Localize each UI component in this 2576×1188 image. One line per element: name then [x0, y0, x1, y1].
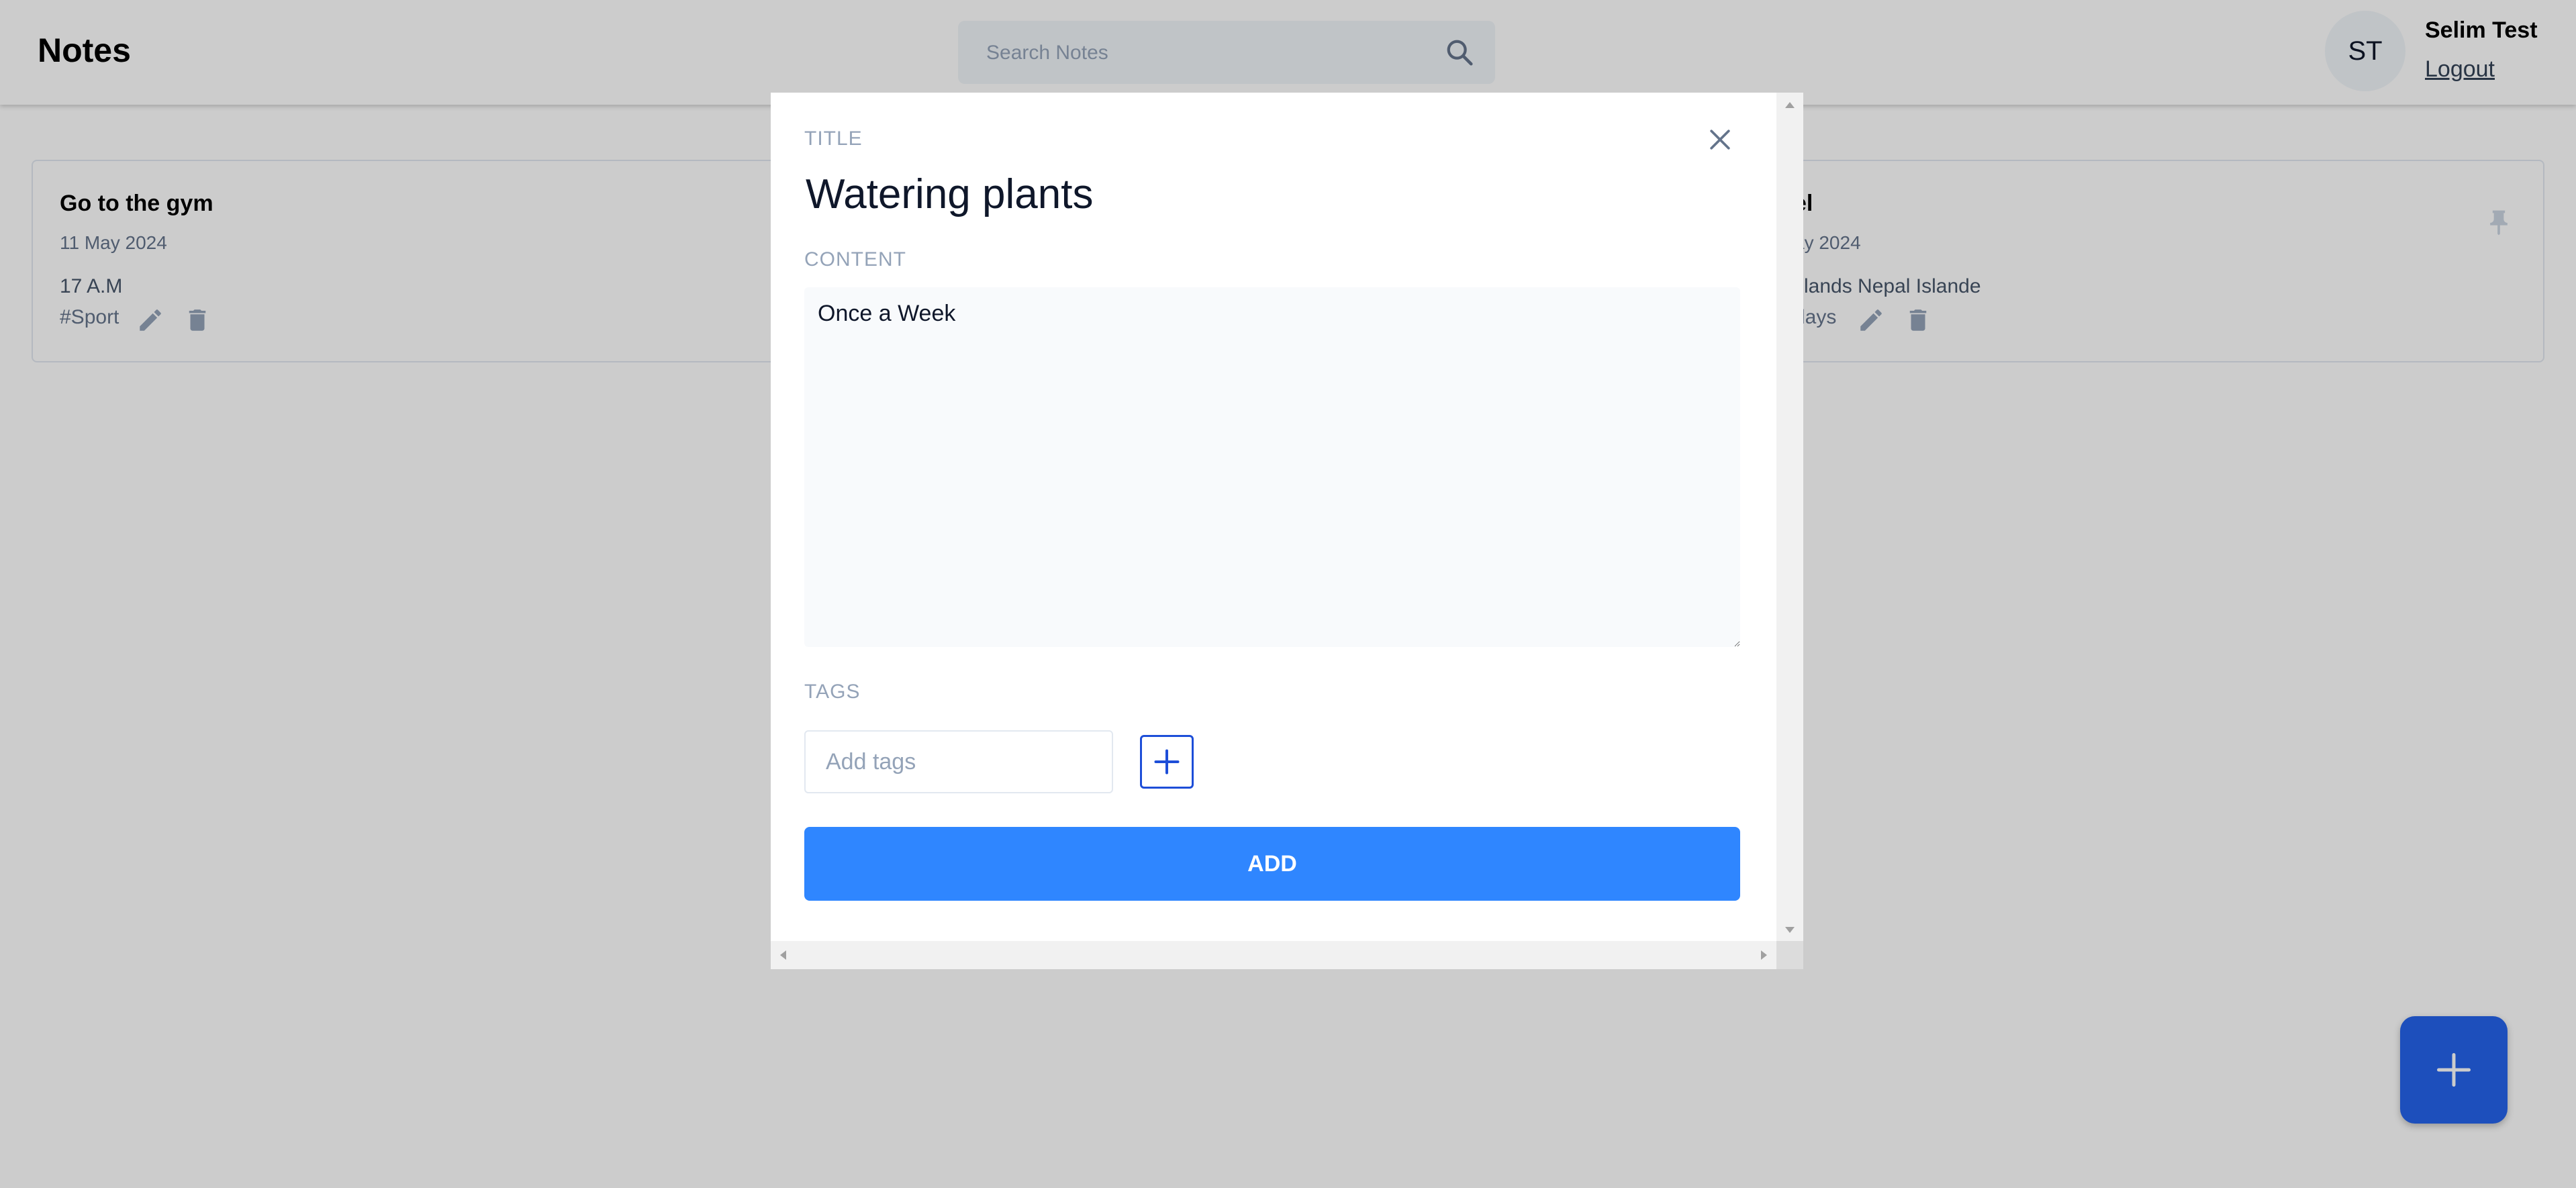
title-label: TITLE [804, 128, 863, 150]
add-tag-button[interactable] [1140, 735, 1194, 789]
scroll-right-icon[interactable] [1761, 950, 1767, 960]
content-label: CONTENT [804, 248, 906, 270]
close-icon[interactable] [1705, 125, 1735, 154]
scrollbar-corner [1776, 941, 1803, 969]
add-note-button[interactable]: ADD [804, 827, 1740, 901]
plus-icon [1154, 749, 1180, 775]
scroll-left-icon[interactable] [780, 950, 786, 960]
title-input[interactable] [804, 166, 1680, 221]
scroll-down-icon[interactable] [1785, 927, 1795, 933]
content-textarea[interactable]: Once a Week [804, 287, 1740, 647]
horizontal-scrollbar[interactable] [771, 941, 1776, 969]
vertical-scrollbar[interactable] [1776, 93, 1803, 941]
scroll-up-icon[interactable] [1785, 102, 1795, 108]
tags-label: TAGS [804, 681, 861, 703]
add-note-modal: TITLE CONTENT Once a Week TAGS ADD [771, 93, 1803, 969]
tags-input[interactable] [804, 730, 1113, 793]
